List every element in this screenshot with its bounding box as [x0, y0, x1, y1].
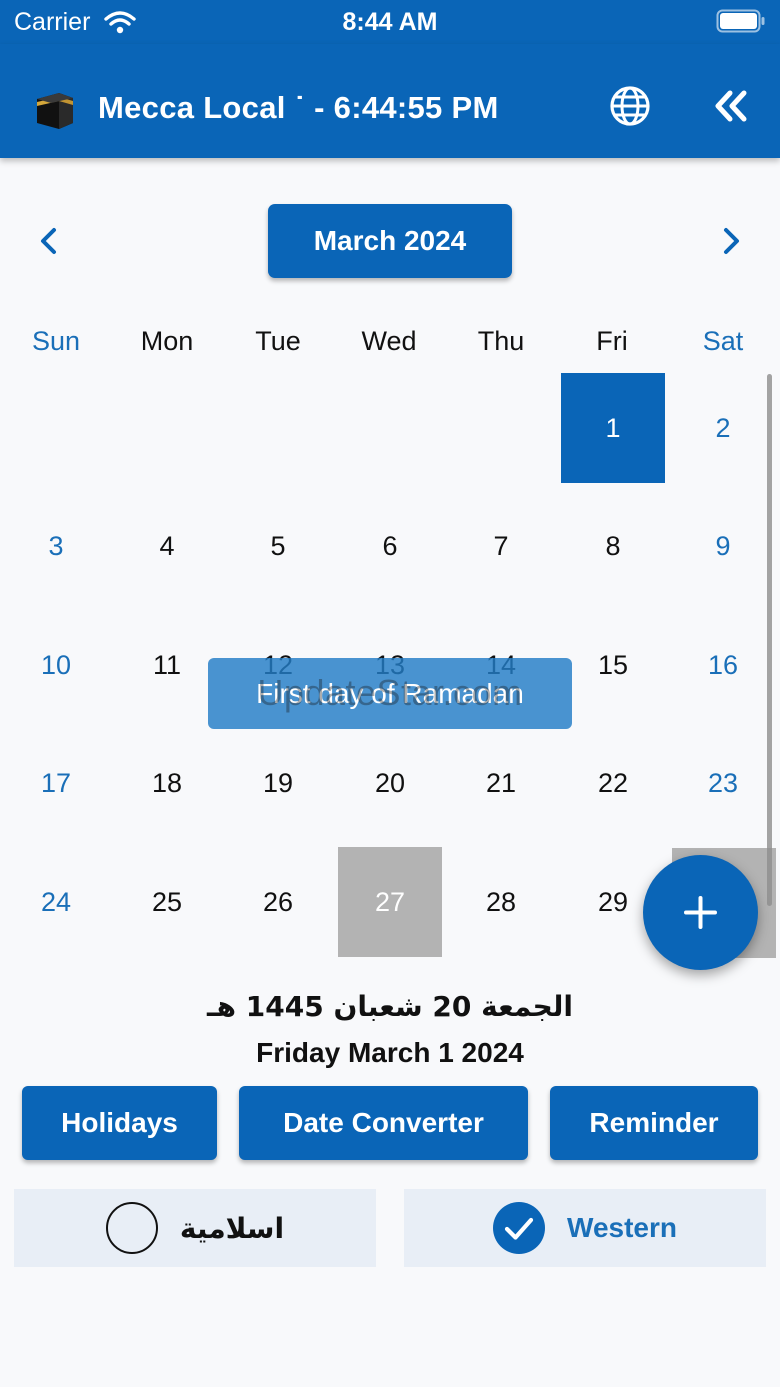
header-title: Mecca Local ˙ - 6:44:55 PM — [98, 90, 499, 125]
globe-icon[interactable] — [608, 84, 652, 128]
day-cell-5[interactable]: 5 — [226, 491, 330, 601]
checkmark-circle-icon — [493, 1202, 546, 1254]
weekday-thu: Thu — [477, 326, 525, 356]
day-cell-19[interactable]: 19 — [226, 728, 330, 838]
hijri-date: الجمعة 20 شعبان 1445 هـ — [207, 990, 573, 1023]
weekday-wed: Wed — [361, 326, 417, 356]
chevron-right-icon[interactable] — [710, 220, 752, 262]
event-label: First day of Ramadan — [208, 658, 572, 729]
day-cell-7[interactable]: 7 — [449, 491, 553, 601]
reminder-button[interactable]: Reminder — [550, 1086, 758, 1160]
day-cell-10[interactable]: 10 — [4, 610, 108, 720]
plus-icon — [684, 896, 717, 929]
day-cell-18[interactable]: 18 — [115, 728, 219, 838]
app-header: Mecca Local ˙ - 6:44:55 PM — [0, 44, 780, 158]
western-option-label: Western — [567, 1212, 677, 1243]
day-cell-8[interactable]: 8 — [561, 491, 665, 601]
status-time: 8:44 AM — [342, 8, 438, 36]
day-cell-27[interactable]: 27 — [338, 847, 442, 957]
weekday-sat: Sat — [702, 326, 744, 356]
holidays-button[interactable]: Holidays — [22, 1086, 217, 1160]
day-cell-16[interactable]: 16 — [671, 610, 775, 720]
collapse-icon[interactable] — [710, 88, 750, 124]
day-cell-20[interactable]: 20 — [338, 728, 442, 838]
weekday-sun: Sun — [31, 326, 81, 356]
islamic-calendar-option[interactable]: اسلامية — [14, 1189, 376, 1267]
day-cell-21[interactable]: 21 — [449, 728, 553, 838]
day-cell-25[interactable]: 25 — [115, 847, 219, 957]
date-converter-button[interactable]: Date Converter — [239, 1086, 528, 1160]
western-calendar-option[interactable]: Western — [404, 1189, 766, 1267]
day-cell-17[interactable]: 17 — [4, 728, 108, 838]
day-cell-28[interactable]: 28 — [449, 847, 553, 957]
day-cell-4[interactable]: 4 — [115, 491, 219, 601]
weekday-tue: Tue — [255, 326, 301, 356]
day-cell-24[interactable]: 24 — [4, 847, 108, 957]
chevron-left-icon[interactable] — [28, 220, 70, 262]
day-cell-6[interactable]: 6 — [338, 491, 442, 601]
day-cell-23[interactable]: 23 — [671, 728, 775, 838]
weekday-mon: Mon — [140, 326, 194, 356]
day-cell-15[interactable]: 15 — [561, 610, 665, 720]
day-cell-3[interactable]: 3 — [4, 491, 108, 601]
day-cell-22[interactable]: 22 — [561, 728, 665, 838]
battery-icon — [716, 9, 765, 33]
status-bar: Carrier 8:44 AM — [0, 0, 780, 44]
day-cell-9[interactable]: 9 — [671, 491, 775, 601]
day-cell-26[interactable]: 26 — [226, 847, 330, 957]
weekday-fri: Fri — [596, 326, 628, 356]
day-cell-1[interactable]: 1 — [561, 373, 665, 483]
kaaba-icon — [37, 93, 73, 129]
radio-unchecked-icon — [105, 1202, 158, 1254]
month-selector-button[interactable]: March 2024 — [268, 204, 512, 278]
islamic-option-label: اسلامية — [179, 1211, 285, 1245]
scrollbar[interactable] — [767, 374, 772, 906]
add-event-button[interactable] — [643, 855, 758, 970]
day-cell-2[interactable]: 2 — [671, 373, 775, 483]
western-date: Friday March 1 2024 — [256, 1037, 524, 1068]
day-cell-11[interactable]: 11 — [115, 610, 219, 720]
